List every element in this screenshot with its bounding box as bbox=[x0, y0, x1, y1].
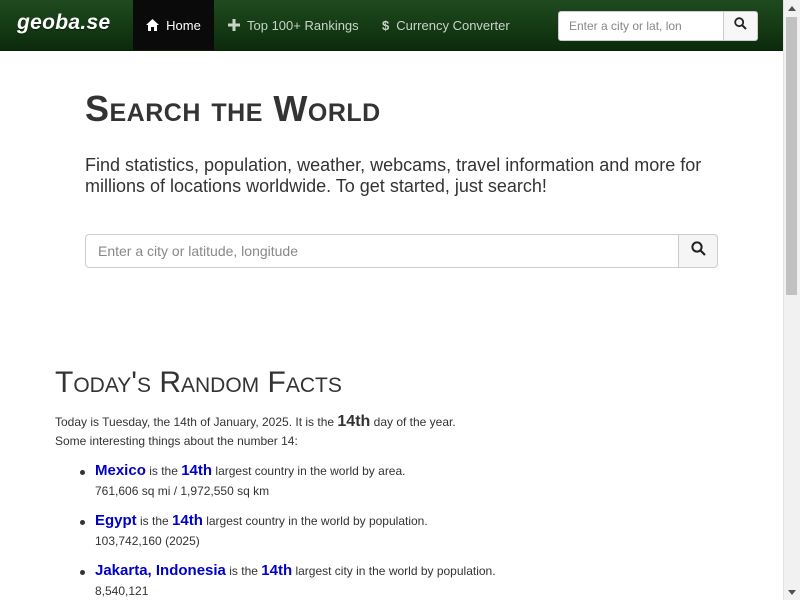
fact-connector: is the bbox=[145, 464, 182, 478]
scroll-up-icon[interactable] bbox=[784, 0, 800, 16]
nav-currency-converter[interactable]: $ Currency Converter bbox=[382, 0, 510, 50]
fact-place-link[interactable]: Jakarta, Indonesia bbox=[95, 562, 226, 579]
fact-detail: 8,540,121 bbox=[95, 584, 149, 598]
list-item: Egypt is the 14th largest country in the… bbox=[80, 508, 496, 558]
fact-place-link[interactable]: Mexico bbox=[95, 462, 146, 479]
home-icon bbox=[146, 19, 160, 31]
fact-place-link[interactable]: Egypt bbox=[95, 512, 137, 529]
fact-connector: is the bbox=[136, 514, 173, 528]
fact-text: largest city in the world by population. bbox=[292, 564, 496, 578]
nav-top-rankings[interactable]: Top 100+ Rankings bbox=[228, 0, 359, 50]
intro-day-number: 14th bbox=[337, 413, 371, 430]
nav-currency-converter-label: Currency Converter bbox=[396, 17, 510, 33]
hero-description: Find statistics, population, weather, we… bbox=[85, 155, 702, 196]
page-title: Search the World bbox=[85, 88, 381, 129]
facts-heading: Today's Random Facts bbox=[55, 366, 342, 399]
facts-intro: Today is Tuesday, the 14th of January, 2… bbox=[55, 412, 456, 451]
scroll-down-icon[interactable] bbox=[784, 584, 800, 600]
facts-intro-line1: Today is Tuesday, the 14th of January, 2… bbox=[55, 412, 456, 432]
fact-text: largest country in the world by populati… bbox=[202, 514, 428, 528]
search-icon bbox=[734, 17, 747, 35]
dollar-icon: $ bbox=[382, 17, 390, 33]
fact-rank: 14th bbox=[172, 512, 203, 529]
fact-connector: is the bbox=[225, 564, 262, 578]
scrollbar-thumb[interactable] bbox=[786, 17, 797, 295]
intro-suffix: day of the year. bbox=[370, 415, 456, 429]
nav-home-label: Home bbox=[166, 17, 201, 33]
top-navbar: geoba.se Home Top 100+ Rankings $ Curren… bbox=[0, 0, 783, 51]
nav-search bbox=[558, 11, 758, 41]
facts-list: Mexico is the 14th largest country in th… bbox=[80, 458, 496, 608]
fact-rank: 14th bbox=[261, 562, 293, 579]
nav-home[interactable]: Home bbox=[133, 0, 214, 50]
hero-search-button[interactable] bbox=[678, 234, 718, 268]
plus-icon bbox=[228, 19, 240, 31]
nav-search-button[interactable] bbox=[724, 11, 758, 41]
list-item: Jakarta, Indonesia is the 14th largest c… bbox=[80, 558, 496, 608]
hero-search-input[interactable] bbox=[85, 234, 679, 268]
brand-logo[interactable]: geoba.se bbox=[17, 11, 110, 35]
page-scrollbar[interactable] bbox=[783, 0, 800, 600]
nav-top-rankings-label: Top 100+ Rankings bbox=[247, 17, 359, 33]
nav-search-input[interactable] bbox=[558, 11, 724, 41]
search-icon bbox=[690, 241, 706, 261]
hero-search bbox=[85, 234, 718, 268]
facts-intro-line2: Some interesting things about the number… bbox=[55, 434, 298, 448]
fact-text: largest country in the world by area. bbox=[212, 464, 406, 478]
fact-detail: 761,606 sq mi / 1,972,550 sq km bbox=[95, 484, 270, 498]
fact-detail: 103,742,160 (2025) bbox=[95, 534, 200, 548]
fact-rank: 14th bbox=[181, 462, 213, 479]
intro-prefix: Today is Tuesday, the 14th of January, 2… bbox=[55, 415, 338, 429]
list-item: Mexico is the 14th largest country in th… bbox=[80, 458, 496, 508]
